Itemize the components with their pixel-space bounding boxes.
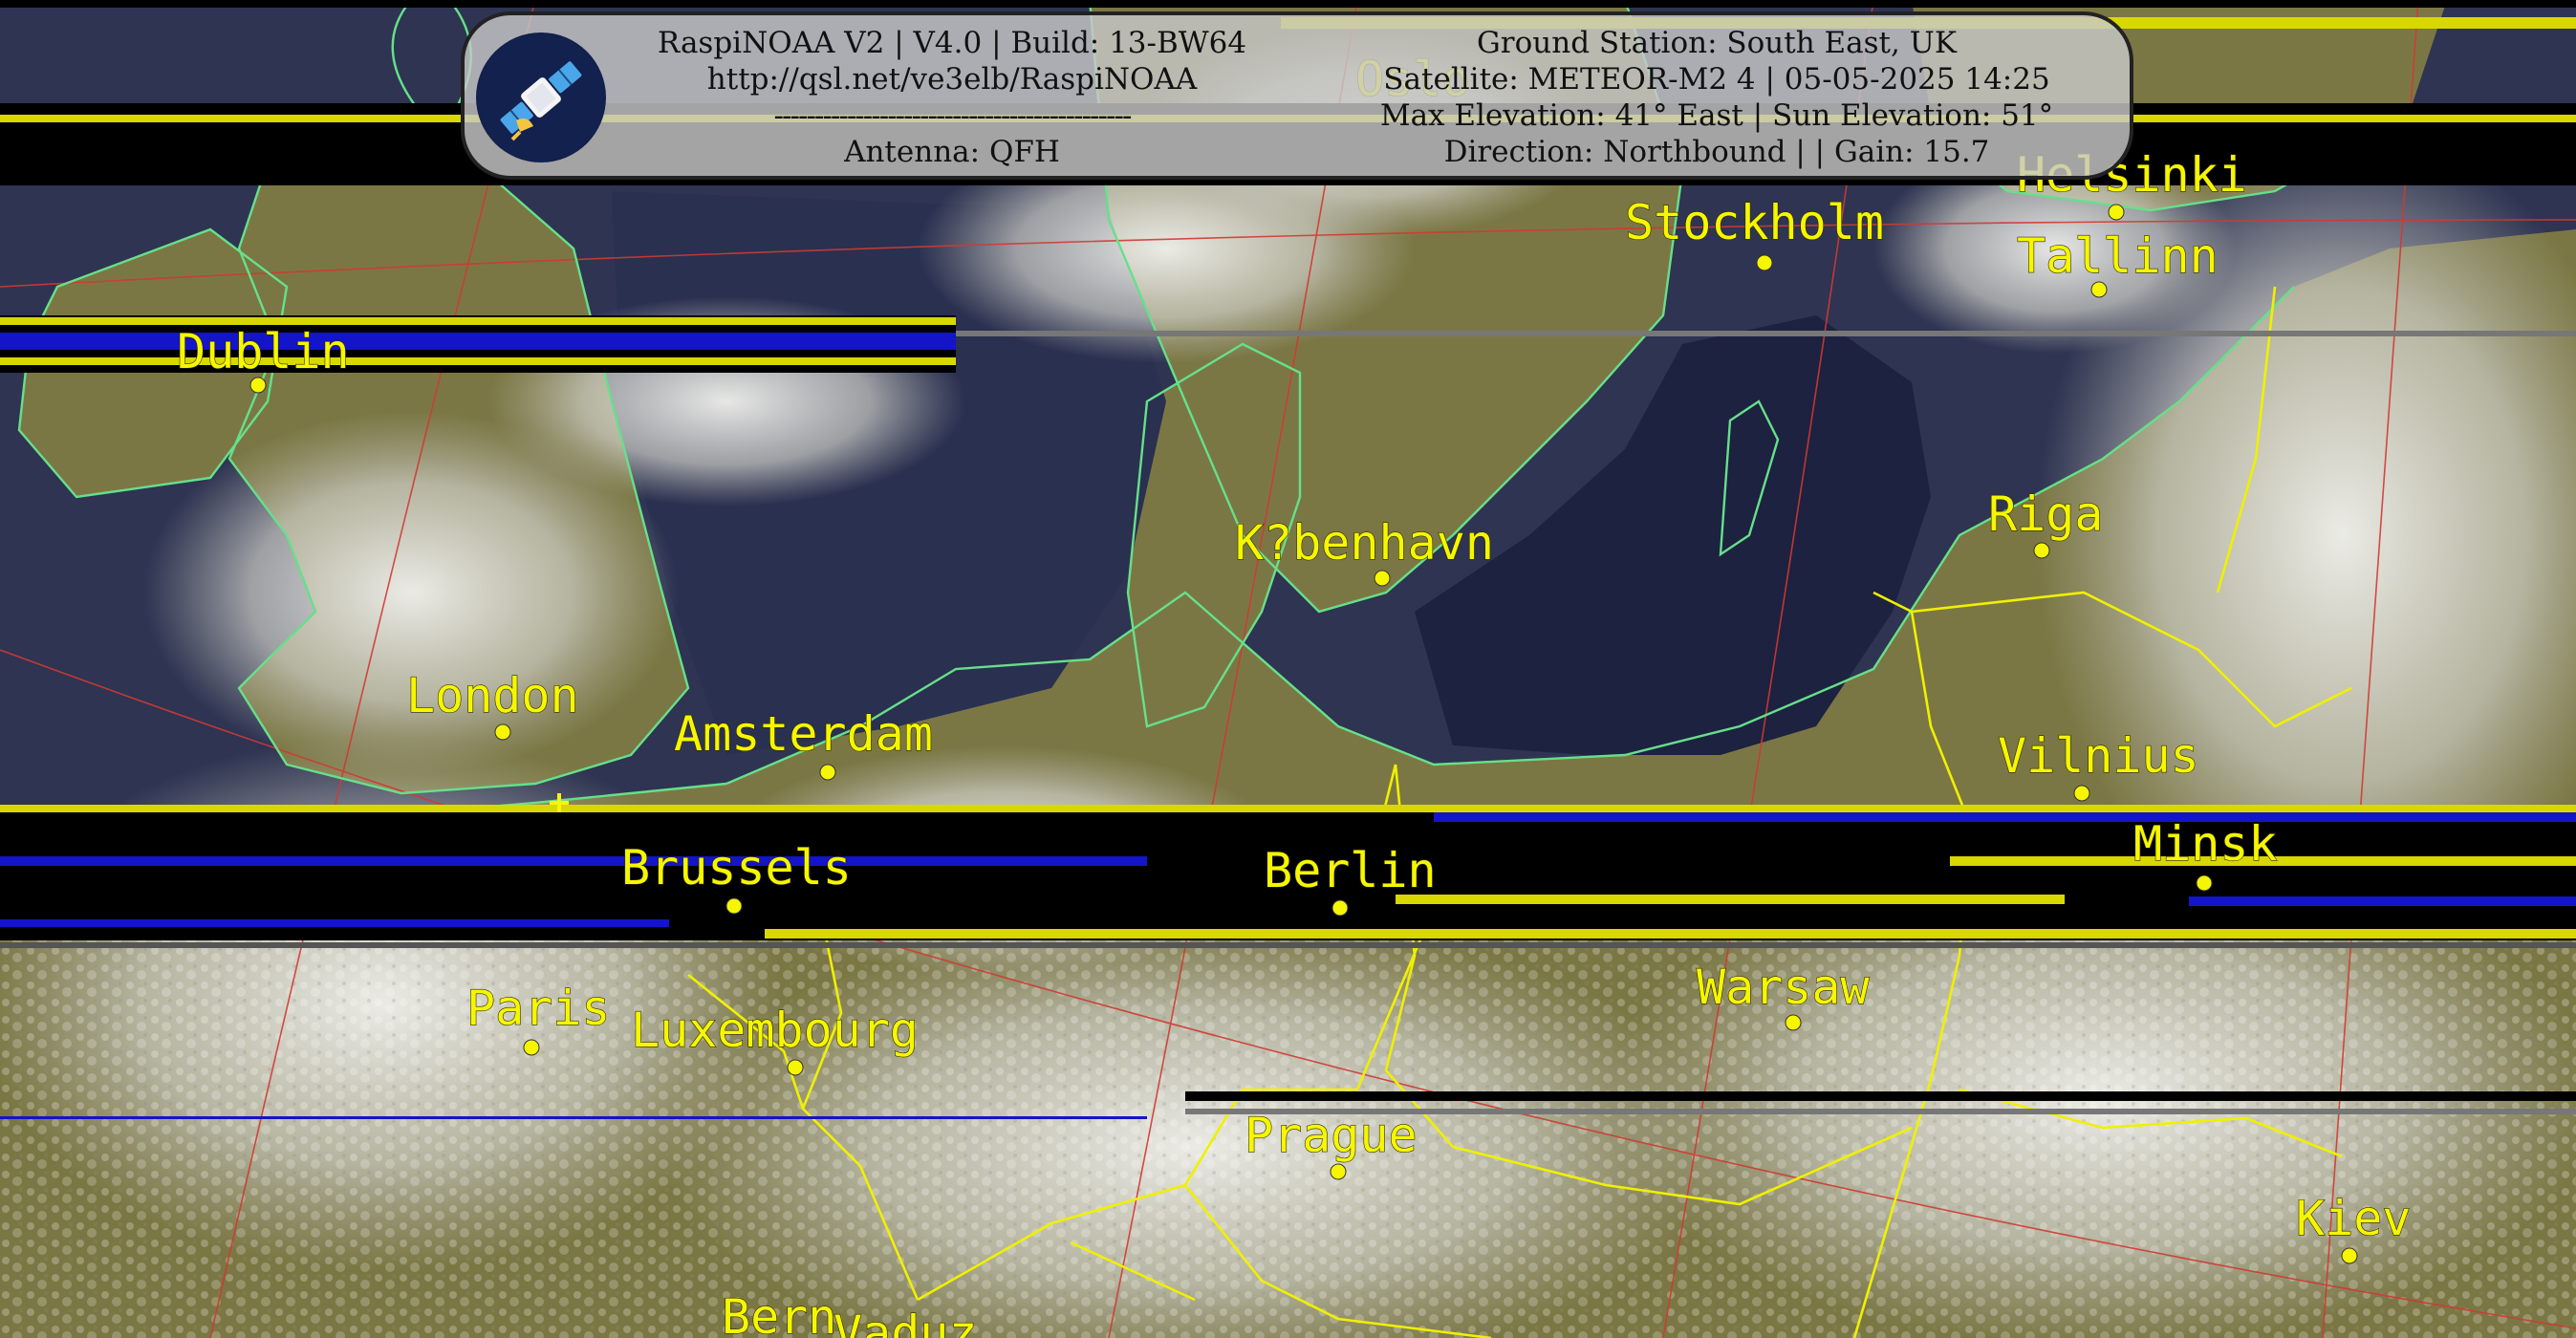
info-panel: RaspiNOAA V2 | V4.0 | Build: 13-BW64 htt… [461, 11, 2133, 180]
city-label-prague: Prague [1245, 1108, 1418, 1163]
city-label-kiev: Kiev [2296, 1191, 2411, 1246]
city-marker-stockholm [1756, 254, 1773, 271]
city-marker-kbenhavn [1374, 570, 1391, 587]
city-marker-tallinn [2090, 281, 2108, 298]
city-marker-helsinki [2108, 204, 2125, 221]
city-marker-kiev [2341, 1247, 2358, 1264]
city-label-berlin: Berlin [1264, 843, 1437, 898]
city-marker-brussels [725, 897, 743, 915]
city-label-warsaw: Warsaw [1697, 960, 1871, 1015]
header-right-column: Ground Station: South East, UK Satellite… [1325, 25, 2109, 170]
city-marker-luxembourg [787, 1059, 804, 1076]
antenna-type: Antenna: QFH [844, 135, 1060, 169]
city-marker-london [494, 723, 511, 741]
city-marker-paris [523, 1039, 540, 1056]
header-left-column: RaspiNOAA V2 | V4.0 | Build: 13-BW64 htt… [627, 25, 1277, 170]
ground-station: Ground Station: South East, UK [1477, 26, 1957, 60]
satellite-pass: Satellite: METEOR-M2 4 | 05-05-2025 14:2… [1383, 62, 2050, 97]
project-url: http://qsl.net/ve3elb/RaspiNOAA [706, 62, 1198, 97]
city-label-minsk: Minsk [2133, 816, 2278, 872]
city-label-vaduz: Vaduz [833, 1306, 978, 1338]
city-label-dublin: Dublin [177, 324, 350, 379]
city-label-amsterdam: Amsterdam [674, 706, 933, 762]
city-marker-dublin [249, 377, 267, 394]
city-marker-prague [1330, 1163, 1347, 1180]
city-label-stockholm: Stockholm [1625, 195, 1884, 250]
city-marker-minsk [2196, 874, 2213, 892]
city-marker-berlin [1331, 899, 1349, 917]
separator-line: ----------------------------------------… [773, 98, 1133, 133]
city-label-bern: Bern [722, 1289, 836, 1338]
software-version: RaspiNOAA V2 | V4.0 | Build: 13-BW64 [657, 26, 1247, 60]
city-label-london: London [406, 668, 579, 723]
city-label-brussels: Brussels [621, 840, 852, 896]
direction-gain: Direction: Northbound | | Gain: 15.7 [1443, 135, 1990, 169]
city-label-luxembourg: Luxembourg [631, 1003, 919, 1058]
city-label-paris: Paris [466, 981, 611, 1036]
elevation-info: Max Elevation: 41° East | Sun Elevation:… [1379, 98, 2054, 133]
city-marker-warsaw [1785, 1014, 1802, 1031]
city-marker-vilnius [2073, 785, 2090, 802]
city-label-vilnius: Vilnius [1998, 728, 2199, 784]
city-marker-amsterdam [819, 764, 836, 781]
city-label-kbenhavn: K?benhavn [1235, 515, 1494, 571]
city-label-riga: Riga [1988, 486, 2103, 542]
satellite-map: HelsinkiStockholmTallinnDublinRigaK?benh… [0, 0, 2576, 1338]
city-label-tallinn: Tallinn [2017, 228, 2219, 284]
satellite-icon [476, 32, 606, 162]
city-marker-riga [2033, 542, 2050, 559]
